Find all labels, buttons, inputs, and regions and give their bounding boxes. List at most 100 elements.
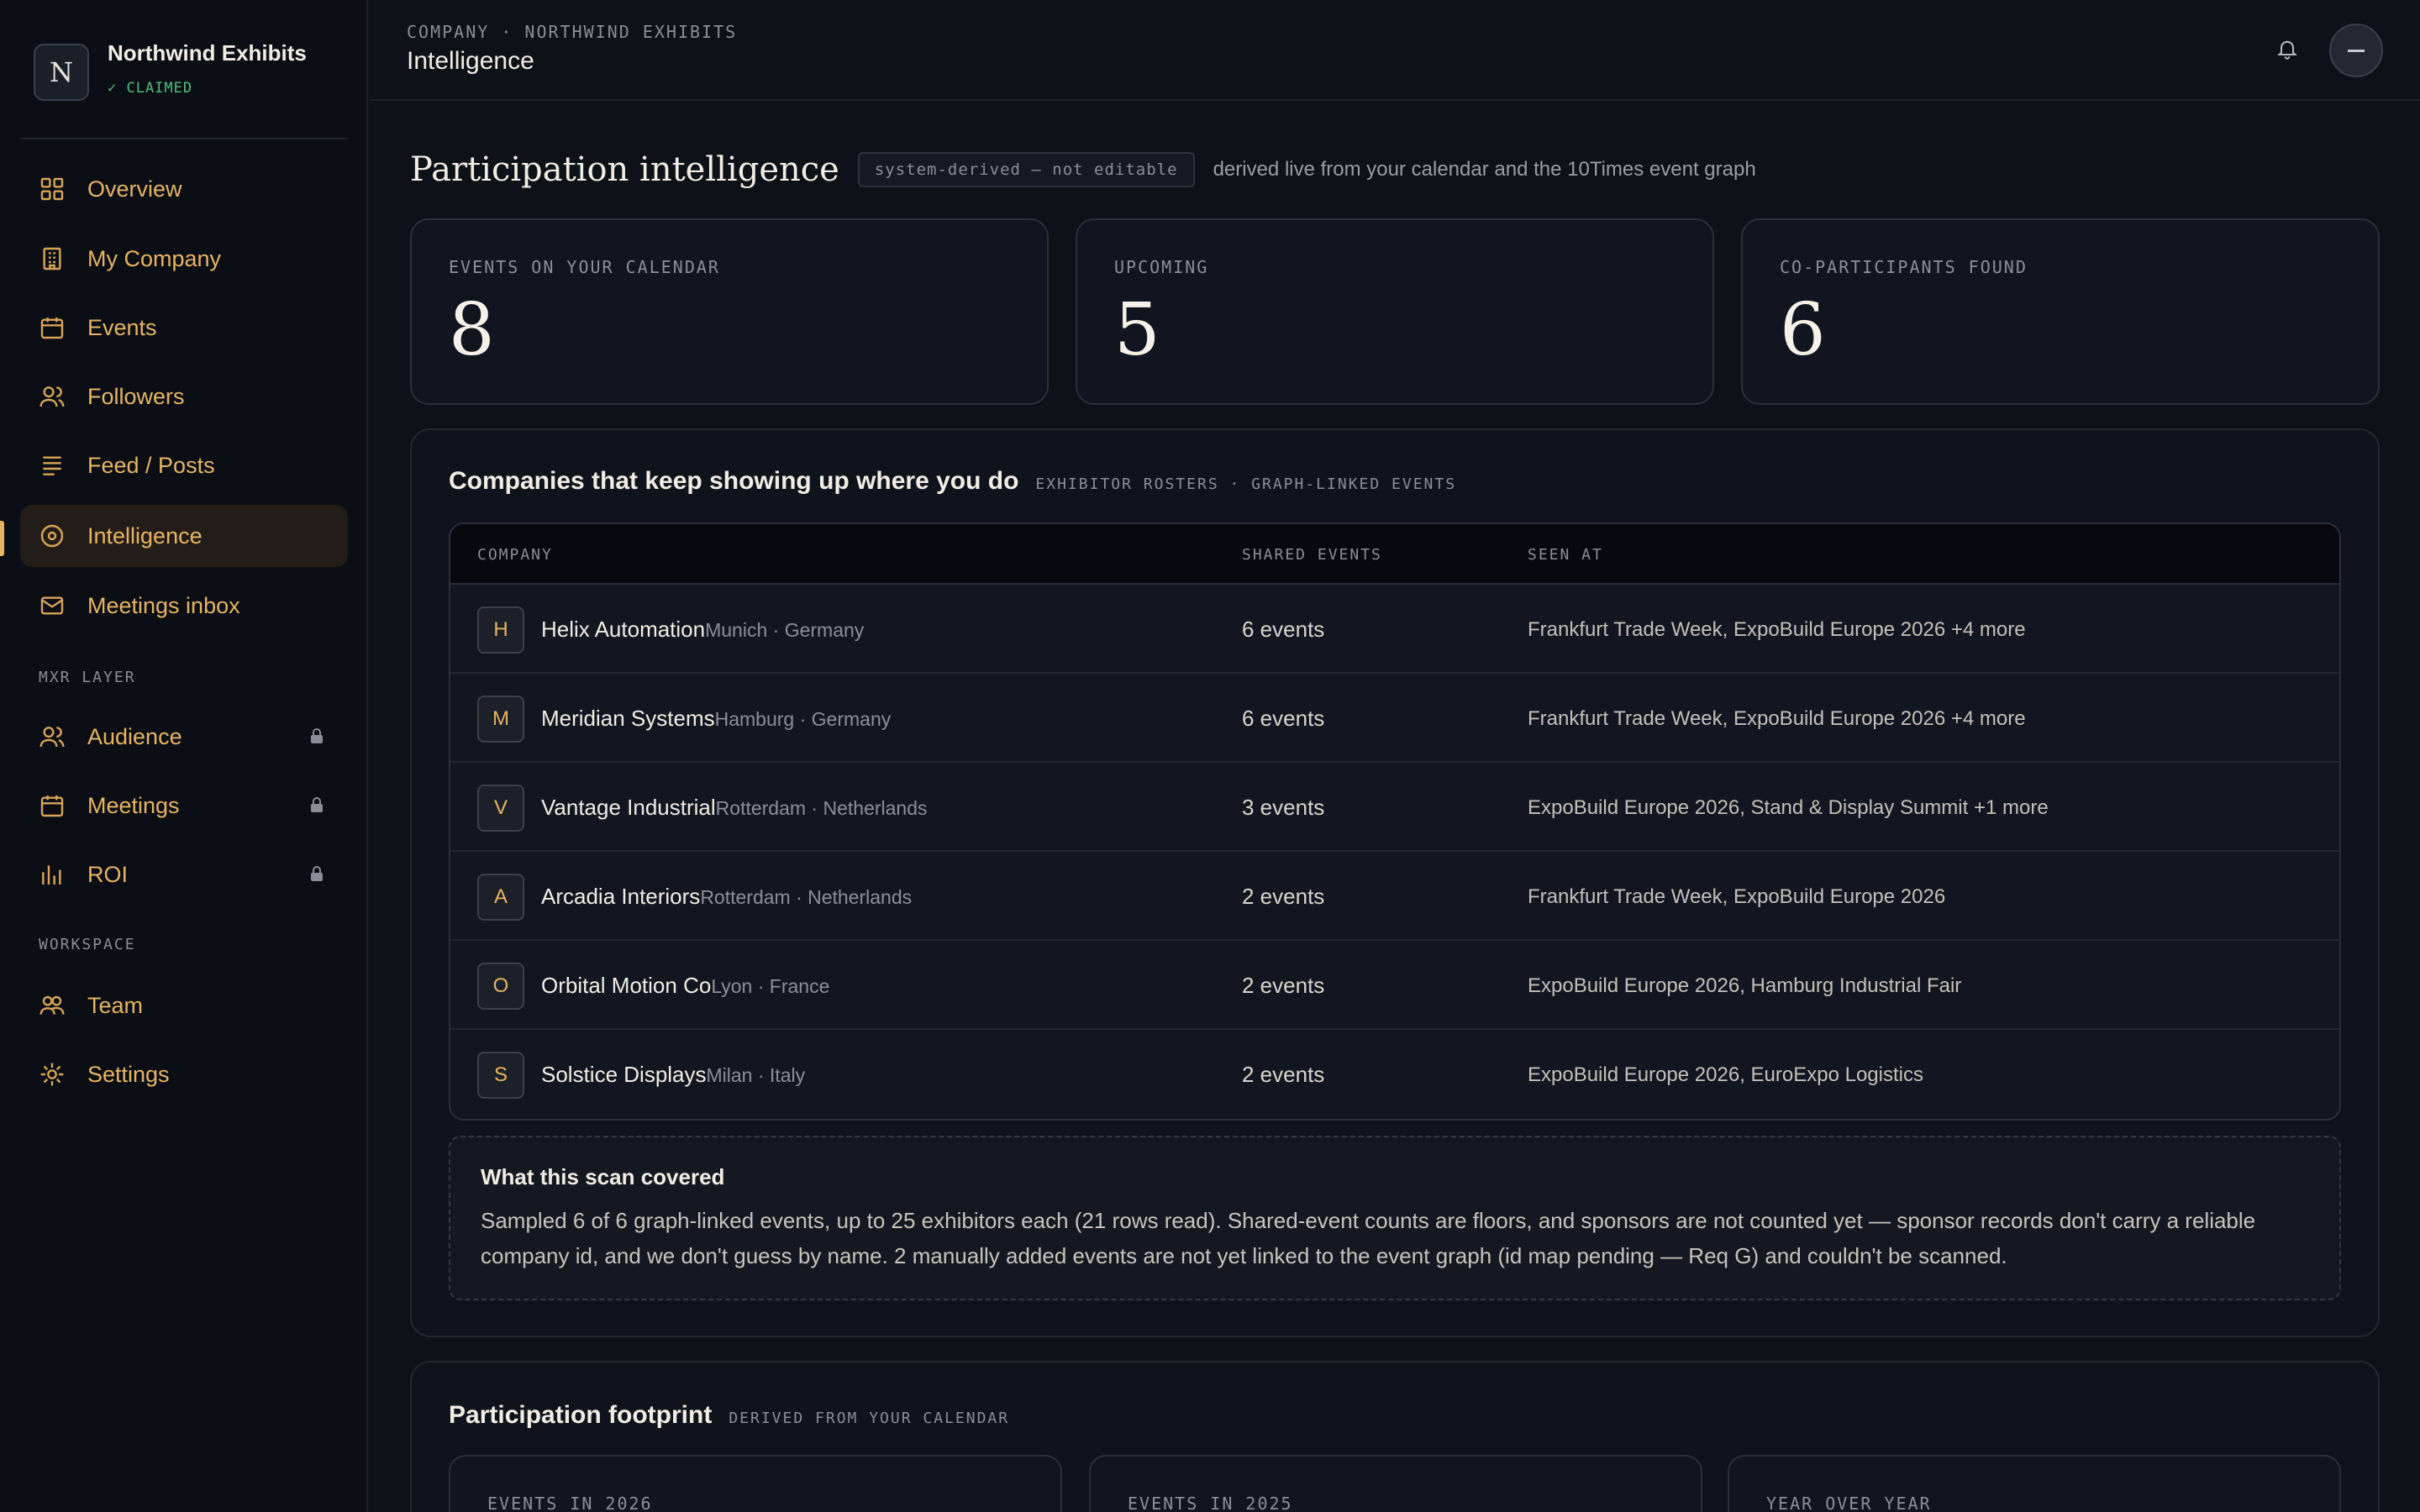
column-header-company[interactable]: COMPANY bbox=[477, 546, 553, 564]
companies-title-text: Companies that keep showing up where you… bbox=[449, 467, 1019, 495]
seen-at: Frankfurt Trade Week, ExpoBuild Europe 2… bbox=[1528, 885, 1946, 908]
building-icon bbox=[43, 247, 61, 270]
intel-description: derived live from your calendar and the … bbox=[1213, 158, 1756, 181]
minus-icon bbox=[2348, 49, 2365, 52]
sidebar-item-label: Team bbox=[87, 992, 144, 1018]
users-icon bbox=[39, 386, 65, 407]
breadcrumb: COMPANY · NORTHWIND EXHIBITS bbox=[407, 22, 738, 42]
sidebar-item-intelligence[interactable]: Intelligence bbox=[20, 505, 348, 567]
shared-events: 6 events bbox=[1242, 706, 1325, 731]
scan-coverage-note: What this scan covered Sampled 6 of 6 gr… bbox=[449, 1136, 2341, 1300]
lock-icon bbox=[311, 866, 323, 881]
sidebar-item-label: My Company bbox=[87, 245, 222, 271]
stat-value: 5 bbox=[1114, 288, 1160, 372]
sidebar-item-label: ROI bbox=[87, 861, 129, 887]
footprint-card-yoy: YEAR OVER YEAR bbox=[1728, 1455, 2341, 1512]
sidebar-item-settings[interactable]: Settings bbox=[20, 1043, 348, 1105]
column-header-seen[interactable]: SEEN AT bbox=[1528, 546, 1603, 564]
calendar-icon bbox=[40, 318, 64, 339]
footprint-subtitle: DERIVED FROM YOUR CALENDAR bbox=[729, 1410, 1010, 1427]
shared-events: 2 events bbox=[1242, 973, 1325, 998]
table-row[interactable]: M Meridian SystemsHamburg · Germany 6 ev… bbox=[450, 674, 2339, 763]
sidebar-divider bbox=[20, 138, 348, 139]
sidebar-item-audience[interactable]: Audience bbox=[20, 706, 348, 768]
footprint-card-2025: EVENTS IN 2025 bbox=[1089, 1455, 1702, 1512]
sidebar-item-label: Overview bbox=[87, 176, 182, 202]
company-initial: H bbox=[477, 606, 524, 654]
stat-value: 6 bbox=[1780, 288, 1826, 372]
lock-icon bbox=[311, 728, 323, 743]
sidebar-item-team[interactable]: Team bbox=[20, 974, 348, 1037]
table-row[interactable]: V Vantage IndustrialRotterdam · Netherla… bbox=[450, 763, 2339, 852]
seen-at: ExpoBuild Europe 2026, EuroExpo Logistic… bbox=[1528, 1063, 1923, 1086]
intel-title: Participation intelligence bbox=[410, 150, 839, 189]
section-label-workspace: WORKSPACE bbox=[39, 936, 136, 953]
stat-label: CO-PARTICIPANTS FOUND bbox=[1780, 257, 2028, 277]
brand[interactable]: N Northwind Exhibits ✓ CLAIMED bbox=[34, 40, 307, 101]
company-initial: A bbox=[477, 874, 524, 921]
team-icon bbox=[39, 995, 65, 1015]
page-title: Intelligence bbox=[407, 47, 534, 75]
shared-events: 2 events bbox=[1242, 884, 1325, 909]
sidebar-item-label: Meetings inbox bbox=[87, 592, 240, 618]
company-initial: O bbox=[477, 963, 524, 1010]
target-icon bbox=[40, 524, 64, 548]
sidebar-item-label: Intelligence bbox=[87, 522, 203, 549]
sidebar: N Northwind Exhibits ✓ CLAIMED Overview … bbox=[0, 0, 368, 1512]
seen-at: Frankfurt Trade Week, ExpoBuild Europe 2… bbox=[1528, 618, 2026, 641]
sidebar-item-label: Feed / Posts bbox=[87, 452, 215, 478]
company-name: Northwind Exhibits bbox=[108, 40, 307, 66]
user-menu-button[interactable] bbox=[2329, 24, 2383, 77]
calendar-icon bbox=[40, 795, 64, 817]
sidebar-item-meetings-inbox[interactable]: Meetings inbox bbox=[20, 575, 348, 637]
active-indicator bbox=[0, 521, 4, 556]
seen-at: ExpoBuild Europe 2026, Hamburg Industria… bbox=[1528, 974, 1962, 997]
grid-icon bbox=[40, 177, 64, 201]
sidebar-item-overview[interactable]: Overview bbox=[20, 158, 348, 220]
section-label-mxr: MXR LAYER bbox=[39, 669, 136, 686]
company-location: Hamburg · Germany bbox=[714, 708, 892, 730]
stat-label: UPCOMING bbox=[1114, 257, 1209, 277]
company-location: Milan · Italy bbox=[706, 1064, 806, 1086]
system-derived-badge: system-derived — not editable bbox=[857, 152, 1195, 187]
sidebar-item-feed-posts[interactable]: Feed / Posts bbox=[20, 434, 348, 496]
scan-title: What this scan covered bbox=[481, 1164, 725, 1189]
stat-label: EVENTS ON YOUR CALENDAR bbox=[449, 257, 720, 277]
shared-events: 6 events bbox=[1242, 617, 1325, 642]
footprint-title: Participation footprint DERIVED FROM YOUR… bbox=[449, 1401, 1009, 1430]
table-row[interactable]: H Helix AutomationMunich · Germany 6 eve… bbox=[450, 585, 2339, 674]
table-row[interactable]: O Orbital Motion CoLyon · France 2 event… bbox=[450, 941, 2339, 1030]
footprint-card-2026: EVENTS IN 2026 bbox=[449, 1455, 1062, 1512]
top-bar: COMPANY · NORTHWIND EXHIBITS Intelligenc… bbox=[370, 0, 2420, 101]
shared-events: 2 events bbox=[1242, 1062, 1325, 1087]
gear-icon bbox=[40, 1063, 64, 1086]
company-initial: M bbox=[477, 696, 524, 743]
shared-events: 3 events bbox=[1242, 795, 1325, 820]
bell-icon[interactable] bbox=[2275, 35, 2299, 62]
company-name: Arcadia Interiors bbox=[541, 884, 701, 909]
table-row[interactable]: A Arcadia InteriorsRotterdam · Netherlan… bbox=[450, 852, 2339, 941]
company-name: Meridian Systems bbox=[541, 706, 715, 731]
footprint-label: EVENTS IN 2026 bbox=[487, 1494, 653, 1512]
company-logo: N bbox=[34, 44, 89, 101]
seen-at: Frankfurt Trade Week, ExpoBuild Europe 2… bbox=[1528, 707, 2026, 730]
lock-icon bbox=[311, 797, 323, 812]
sidebar-item-label: Events bbox=[87, 314, 157, 340]
company-name: Orbital Motion Co bbox=[541, 973, 712, 998]
sidebar-item-my-company[interactable]: My Company bbox=[20, 228, 348, 290]
company-location: Rotterdam · Netherlands bbox=[700, 886, 913, 908]
mail-icon bbox=[40, 596, 64, 615]
company-name: Solstice Displays bbox=[541, 1062, 707, 1087]
sidebar-item-label: Settings bbox=[87, 1061, 170, 1087]
table-row[interactable]: S Solstice DisplaysMilan · Italy 2 event… bbox=[450, 1030, 2339, 1119]
stat-value: 8 bbox=[449, 288, 495, 372]
sidebar-item-label: Followers bbox=[87, 383, 185, 409]
column-header-shared[interactable]: SHARED EVENTS bbox=[1242, 546, 1382, 564]
list-icon bbox=[43, 456, 61, 475]
sidebar-item-roi[interactable]: ROI bbox=[20, 843, 348, 906]
sidebar-item-events[interactable]: Events bbox=[20, 297, 348, 359]
stat-card-events: EVENTS ON YOUR CALENDAR 8 bbox=[410, 218, 1049, 405]
sidebar-item-meetings[interactable]: Meetings bbox=[20, 774, 348, 837]
footprint-panel: Participation footprint DERIVED FROM YOUR… bbox=[410, 1361, 2380, 1512]
sidebar-item-followers[interactable]: Followers bbox=[20, 365, 348, 428]
